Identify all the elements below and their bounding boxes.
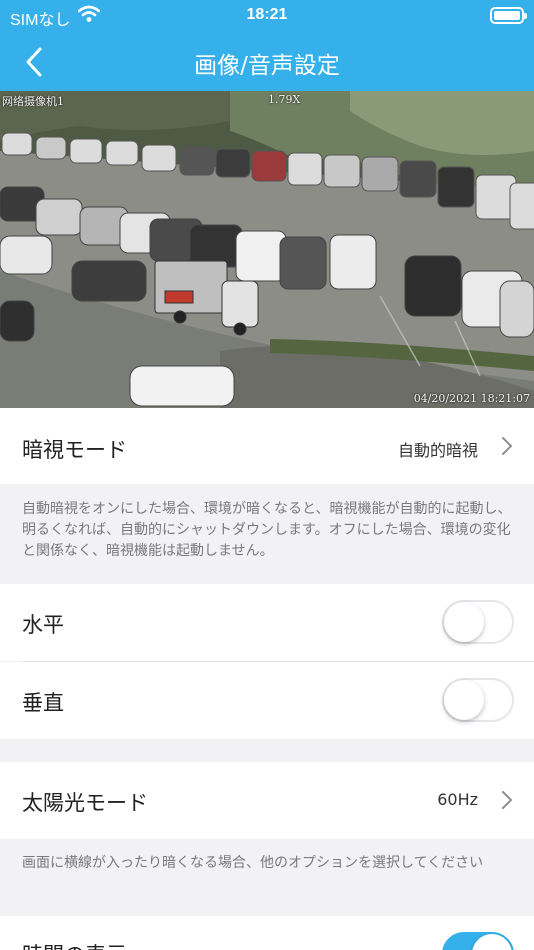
horizontal-flip-label: 水平 — [22, 613, 64, 637]
time-display-row: 時間の表示 — [0, 916, 534, 950]
parking-lot-image — [0, 91, 534, 408]
sunlight-mode-value: 60Hz — [437, 790, 478, 809]
toggle-knob — [472, 934, 512, 950]
timestamp-overlay: 04/20/2021 18:21:07 — [413, 392, 530, 405]
vertical-flip-row: 垂直 — [0, 662, 534, 739]
camera-preview[interactable]: 网络摄像机1 1.79X 04/20/2021 18:21:07 — [0, 91, 534, 408]
navigation-bar: 画像/音声設定 — [0, 32, 534, 91]
night-vision-value: 自動的暗視 — [397, 441, 478, 460]
status-bar: SIMなし 18:21 — [0, 0, 534, 32]
night-vision-label: 暗視モード — [22, 438, 127, 462]
time-display-label: 時間の表示 — [22, 939, 127, 950]
night-vision-note: 自動暗視をオンにした場合、環境が暗くなると、暗視機能が自動的に起動し、明るくなれ… — [22, 501, 512, 559]
camera-name-overlay: 网络摄像机1 — [2, 95, 64, 108]
toggle-knob — [444, 680, 484, 720]
battery-icon — [490, 7, 527, 24]
page-title: 画像/音声設定 — [194, 53, 340, 79]
night-vision-row[interactable]: 暗視モード 自動的暗視 — [0, 408, 534, 484]
vertical-flip-toggle[interactable] — [442, 678, 514, 722]
time-display-toggle[interactable] — [442, 932, 514, 950]
status-time: 18:21 — [246, 6, 288, 23]
toggle-knob — [444, 602, 484, 642]
chevron-right-icon — [502, 791, 512, 809]
vertical-flip-label: 垂直 — [22, 691, 64, 715]
sunlight-mode-row[interactable]: 太陽光モード 60Hz — [0, 762, 534, 839]
horizontal-flip-toggle[interactable] — [442, 600, 514, 644]
zoom-overlay: 1.79X — [268, 93, 301, 106]
sunlight-mode-note: 画面に横線が入ったり暗くなる場合、他のオプションを選択してください — [22, 855, 484, 871]
chevron-right-icon — [502, 437, 512, 455]
horizontal-flip-row: 水平 — [0, 584, 534, 661]
sunlight-mode-label: 太陽光モード — [22, 791, 148, 815]
